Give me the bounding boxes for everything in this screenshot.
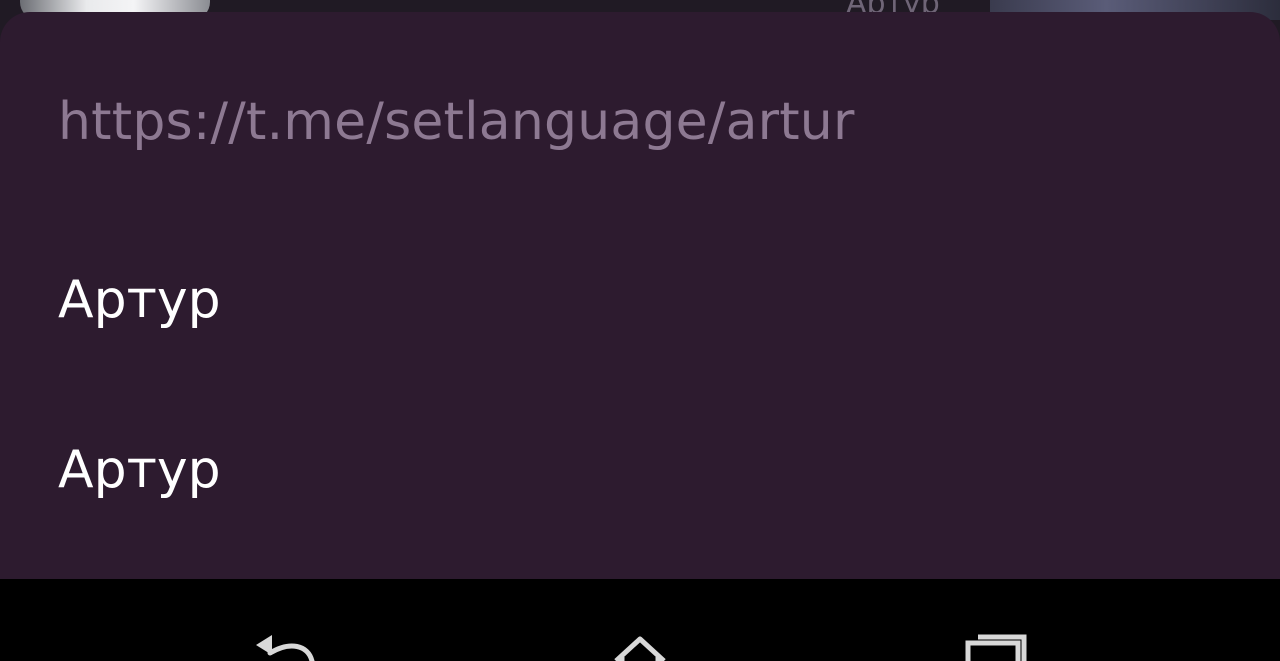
back-icon [240, 631, 330, 661]
sheet-url-title: https://t.me/setlanguage/artur [58, 92, 855, 152]
back-button[interactable] [240, 631, 330, 661]
bottom-sheet: https://t.me/setlanguage/artur Артур Арт… [0, 12, 1280, 579]
sheet-option-label: Артур [58, 440, 221, 500]
recents-button[interactable] [952, 631, 1042, 661]
navigation-bar [0, 579, 1280, 661]
home-icon [596, 631, 686, 661]
sheet-option[interactable]: Артур [0, 382, 1280, 552]
sheet-option-label: Артур [58, 270, 221, 330]
screen: Артур https://t.me/setlanguage/artur Арт… [0, 0, 1280, 661]
home-button[interactable] [596, 631, 686, 661]
sheet-option[interactable]: Артур [0, 212, 1280, 382]
recents-icon [952, 631, 1042, 661]
